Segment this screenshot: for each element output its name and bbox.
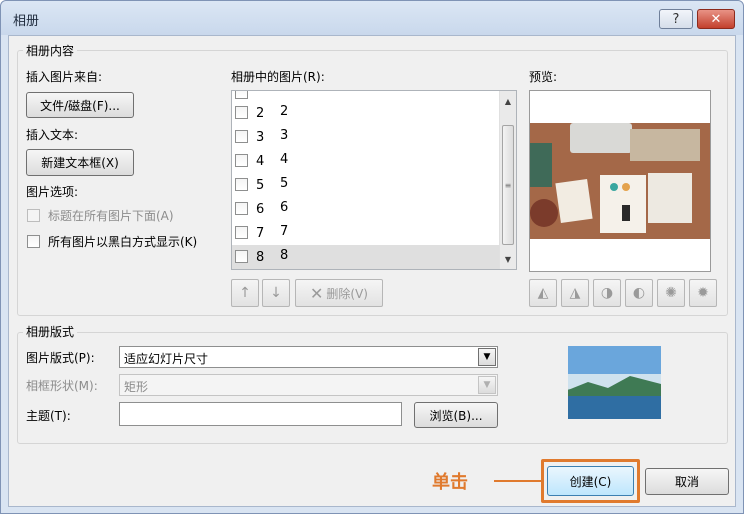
move-up-button[interactable]: ↑: [231, 279, 259, 307]
rotate-left-icon[interactable]: ◭: [529, 279, 557, 307]
close-button[interactable]: ✕: [697, 9, 735, 29]
list-item-number: 8: [256, 250, 265, 265]
frame-shape-value: 矩形: [124, 380, 149, 394]
list-item-checkbox[interactable]: [235, 250, 248, 263]
list-item-checkbox[interactable]: [235, 91, 248, 99]
list-item-name: 2: [280, 104, 289, 119]
black-white-checkbox[interactable]: [27, 235, 40, 248]
list-item-number: 4: [256, 154, 265, 169]
cancel-button[interactable]: 取消: [645, 468, 729, 495]
list-item[interactable]: 4 4: [232, 149, 500, 173]
frame-shape-select[interactable]: 矩形 ▼: [119, 374, 498, 396]
list-item-checkbox[interactable]: [235, 106, 248, 119]
caption-below-label: 标题在所有图片下面(A): [48, 209, 174, 223]
scroll-down-icon[interactable]: ▼: [500, 251, 516, 267]
move-down-button[interactable]: ↓: [262, 279, 290, 307]
list-item-number: 5: [256, 178, 265, 193]
delete-button[interactable]: ✕ 删除(V): [295, 279, 383, 307]
arrow-down-icon: ↓: [270, 285, 282, 301]
insert-from-label: 插入图片来自:: [26, 70, 103, 84]
list-item[interactable]: 3 3: [232, 125, 500, 149]
scroll-thumb[interactable]: ≡: [502, 125, 514, 245]
chevron-down-icon[interactable]: ▼: [478, 376, 496, 394]
window-title: 相册: [13, 14, 40, 29]
album-dialog: 相册 ? ✕ 相册内容 插入图片来自: 文件/磁盘(F)... 插入文本: 新建…: [0, 0, 744, 514]
list-scrollbar[interactable]: ▲ ≡ ▼: [499, 91, 516, 269]
picture-options-label: 图片选项:: [26, 185, 79, 199]
brightness-down-icon[interactable]: ✹: [689, 279, 717, 307]
list-item[interactable]: 6 6: [232, 197, 500, 221]
contrast-down-icon[interactable]: ◐: [625, 279, 653, 307]
list-item[interactable]: 2 2: [232, 101, 500, 125]
browse-button[interactable]: 浏览(B)...: [414, 402, 498, 428]
rotate-right-icon[interactable]: ◮: [561, 279, 589, 307]
list-item-name: 4: [280, 152, 289, 167]
preview-box: [529, 90, 711, 272]
list-item-checkbox[interactable]: [235, 202, 248, 215]
list-item[interactable]: 5 5: [232, 173, 500, 197]
click-annotation: 单击: [432, 472, 468, 493]
chevron-down-icon[interactable]: ▼: [478, 348, 496, 366]
dialog-body: 相册内容 插入图片来自: 文件/磁盘(F)... 插入文本: 新建文本框(X) …: [8, 35, 736, 507]
delete-label: 删除(V): [326, 286, 368, 301]
file-disk-button[interactable]: 文件/磁盘(F)...: [26, 92, 134, 118]
list-item-number: 2: [256, 106, 265, 121]
list-item-name: 8: [280, 248, 289, 263]
theme-input[interactable]: [119, 402, 402, 426]
delete-x-icon: ✕: [310, 283, 324, 303]
frame-shape-label: 相框形状(M):: [26, 379, 98, 393]
album-content-title: 相册内容: [23, 42, 78, 59]
annotation-line: [494, 480, 544, 482]
picture-layout-select[interactable]: 适应幻灯片尺寸 ▼: [119, 346, 498, 368]
arrow-up-icon: ↑: [239, 285, 251, 301]
album-layout-title: 相册版式: [23, 323, 78, 340]
pictures-list-label: 相册中的图片(R):: [231, 70, 325, 84]
list-item-number: 6: [256, 202, 265, 217]
preview-label: 预览:: [529, 70, 558, 84]
list-item[interactable]: 7 7: [232, 221, 500, 245]
list-item-number: 7: [256, 226, 265, 241]
list-item-name: 6: [280, 200, 289, 215]
caption-below-checkbox[interactable]: [27, 209, 40, 222]
list-item-name: 5: [280, 176, 289, 191]
list-item-checkbox[interactable]: [235, 130, 248, 143]
list-item-checkbox[interactable]: [235, 226, 248, 239]
theme-label: 主题(T):: [26, 409, 71, 423]
contrast-up-icon[interactable]: ◑: [593, 279, 621, 307]
preview-image: [530, 123, 710, 239]
list-item-name: 7: [280, 224, 289, 239]
list-item-checkbox[interactable]: [235, 154, 248, 167]
pictures-listbox[interactable]: 2 2 3 3 4 4 5 5 6 6 7 7 8 8 ▲ ≡ ▼: [231, 90, 517, 270]
brightness-up-icon[interactable]: ✺: [657, 279, 685, 307]
create-button[interactable]: 创建(C): [547, 466, 634, 496]
list-item-number: 3: [256, 130, 265, 145]
list-item-name: 3: [280, 128, 289, 143]
theme-preview-image: [568, 346, 661, 419]
black-white-label: 所有图片以黑白方式显示(K): [48, 235, 198, 249]
picture-layout-value: 适应幻灯片尺寸: [124, 352, 209, 366]
list-item-selected[interactable]: 8 8: [232, 245, 500, 269]
insert-text-label: 插入文本:: [26, 128, 79, 142]
title-bar: 相册 ? ✕: [1, 1, 743, 35]
picture-layout-label: 图片版式(P):: [26, 351, 95, 365]
scroll-up-icon[interactable]: ▲: [500, 93, 516, 109]
new-textbox-button[interactable]: 新建文本框(X): [26, 149, 134, 176]
list-item-checkbox[interactable]: [235, 178, 248, 191]
help-button[interactable]: ?: [659, 9, 693, 29]
